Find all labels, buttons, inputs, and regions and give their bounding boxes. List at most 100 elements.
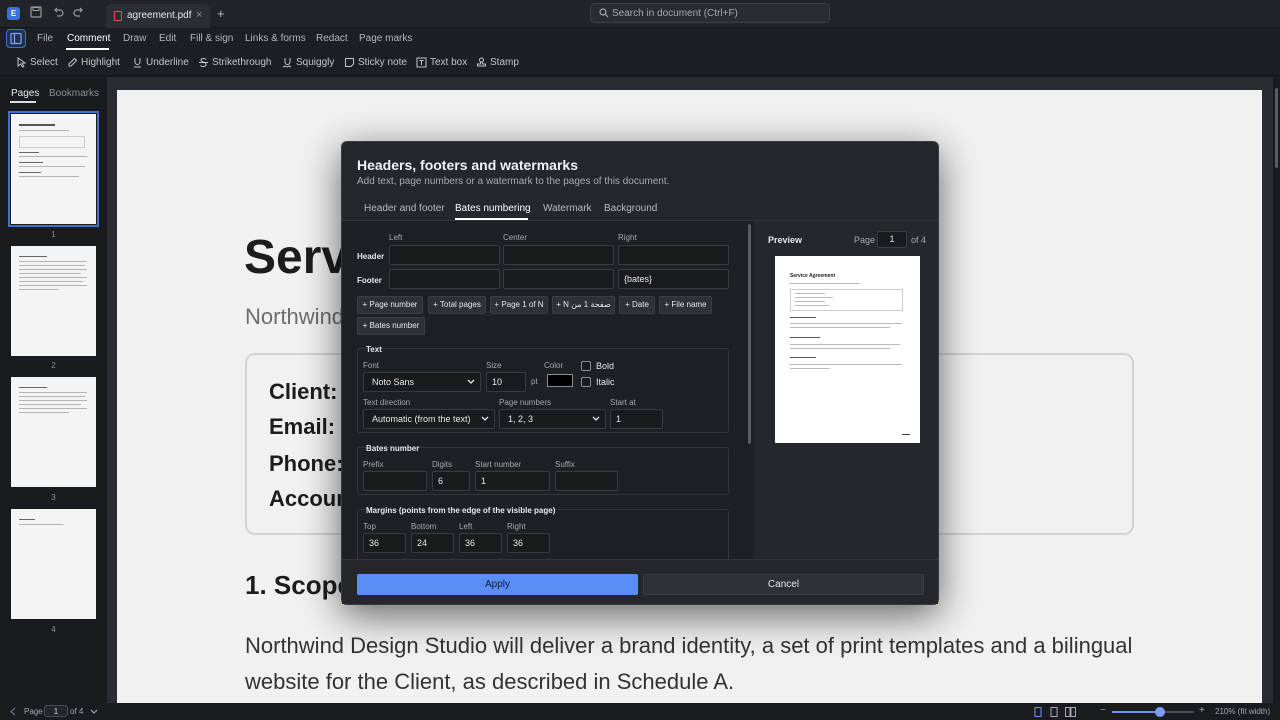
start-number-label: Start number xyxy=(475,460,522,469)
tab-bookmarks[interactable]: Bookmarks xyxy=(49,88,99,99)
cancel-button[interactable]: Cancel xyxy=(643,574,924,595)
client-field: Client: xyxy=(269,379,338,404)
menu-file[interactable]: File xyxy=(37,33,53,44)
status-page-label: Page xyxy=(24,707,43,716)
page-numbers-select[interactable]: 1, 2, 3 xyxy=(499,409,606,429)
text-color-swatch[interactable] xyxy=(547,374,573,387)
column-right-label: Right xyxy=(618,233,637,242)
next-page-icon[interactable] xyxy=(90,707,98,716)
menu-comment[interactable]: Comment xyxy=(67,33,110,44)
new-tab-button[interactable]: + xyxy=(217,6,225,21)
two-page-view-icon[interactable] xyxy=(1065,707,1076,717)
section-paragraph: Northwind Design Studio will deliver a b… xyxy=(245,633,1133,694)
size-label: Size xyxy=(486,361,502,370)
tab-bates-numbering[interactable]: Bates numbering xyxy=(455,203,531,214)
prefix-input[interactable] xyxy=(363,471,427,491)
insert-date-button[interactable]: + Date xyxy=(619,296,655,314)
bates-group-title: Bates number xyxy=(366,444,420,453)
apply-button[interactable]: Apply xyxy=(357,574,638,595)
menu-draw[interactable]: Draw xyxy=(123,33,146,44)
digits-input[interactable]: 6 xyxy=(432,471,470,491)
bold-checkbox[interactable] xyxy=(581,361,591,371)
dialog-title: Headers, footers and watermarks xyxy=(357,157,578,173)
size-input[interactable]: 10 xyxy=(486,372,526,392)
preview-page-image: Service Agreement xyxy=(775,256,920,443)
previous-page-icon[interactable] xyxy=(9,707,17,716)
menu-redact[interactable]: Redact xyxy=(316,33,348,44)
save-icon[interactable] xyxy=(30,6,46,22)
page-thumbnail-4[interactable] xyxy=(11,509,96,619)
menu-page-marks[interactable]: Page marks xyxy=(359,33,412,44)
headers-footers-dialog: Headers, footers and watermarks Add text… xyxy=(341,141,939,605)
tab-background[interactable]: Background xyxy=(604,203,657,214)
zoom-slider-handle[interactable] xyxy=(1155,707,1165,717)
zoom-out-button[interactable]: − xyxy=(1100,705,1106,716)
continuous-view-icon[interactable] xyxy=(1050,707,1060,717)
footer-right-input[interactable]: {bates} xyxy=(618,269,729,289)
italic-checkbox[interactable] xyxy=(581,377,591,387)
squiggly-icon xyxy=(282,57,293,68)
strikethrough-icon xyxy=(198,57,209,68)
chevron-down-icon xyxy=(481,411,489,427)
preview-page-count: of 4 xyxy=(911,235,927,245)
sidebar-toggle-button[interactable] xyxy=(6,29,26,48)
close-tab-icon[interactable]: × xyxy=(196,9,202,21)
column-center-label: Center xyxy=(503,233,528,242)
section-heading: 1. Scope xyxy=(245,570,352,600)
preview-doc-title: Service Agreement xyxy=(790,273,836,279)
highlighter-icon xyxy=(67,57,78,68)
page-thumbnail-1[interactable] xyxy=(8,111,99,227)
suffix-input[interactable] xyxy=(555,471,618,491)
workspace-scrollbar[interactable] xyxy=(1273,77,1280,703)
status-bar: Page 1 of 4 − + 210% (fit width) xyxy=(0,703,1280,720)
font-select[interactable]: Noto Sans xyxy=(363,372,481,392)
document-tab[interactable]: agreement.pdf × xyxy=(106,4,210,28)
undo-icon[interactable] xyxy=(52,6,68,22)
top-margin-label: Top xyxy=(363,522,376,531)
text-group-title: Text xyxy=(366,345,382,354)
left-margin-input[interactable]: 36 xyxy=(459,533,502,553)
size-unit-label: pt xyxy=(531,377,538,386)
footer-left-input[interactable] xyxy=(389,269,500,289)
insert-file-name-button[interactable]: + File name xyxy=(659,296,712,314)
chevron-down-icon xyxy=(467,374,475,390)
workspace-scroll-thumb[interactable] xyxy=(1275,88,1278,168)
header-right-input[interactable] xyxy=(618,245,729,265)
bottom-margin-input[interactable]: 24 xyxy=(411,533,454,553)
footer-center-input[interactable] xyxy=(503,269,614,289)
menu-fill-sign[interactable]: Fill & sign xyxy=(190,33,233,44)
bold-label: Bold xyxy=(596,361,615,371)
preview-page-input[interactable]: 1 xyxy=(877,231,907,248)
page-number-input[interactable]: 1 xyxy=(44,705,68,717)
right-margin-input[interactable]: 36 xyxy=(507,533,550,553)
prefix-label: Prefix xyxy=(363,460,384,469)
tab-pages[interactable]: Pages xyxy=(11,88,39,99)
insert-page-of-n-button[interactable]: + Page 1 of N xyxy=(490,296,548,314)
start-number-input[interactable]: 1 xyxy=(475,471,550,491)
settings-scrollbar[interactable] xyxy=(748,224,751,444)
insert-arabic-page-of-n-button[interactable]: + N صفحة 1 من xyxy=(552,296,615,314)
menu-links-forms[interactable]: Links & forms xyxy=(245,33,306,44)
digits-label: Digits xyxy=(432,460,453,469)
tab-header-footer[interactable]: Header and footer xyxy=(364,203,445,214)
suffix-label: Suffix xyxy=(555,460,575,469)
insert-page-number-button[interactable]: + Page number xyxy=(357,296,423,314)
tab-watermark[interactable]: Watermark xyxy=(543,203,592,214)
redo-icon[interactable] xyxy=(73,6,89,22)
single-page-view-icon[interactable] xyxy=(1034,707,1044,717)
font-label: Font xyxy=(363,361,380,370)
top-margin-input[interactable]: 36 xyxy=(363,533,406,553)
zoom-in-button[interactable]: + xyxy=(1199,705,1205,716)
header-center-input[interactable] xyxy=(503,245,614,265)
menu-edit[interactable]: Edit xyxy=(159,33,176,44)
text-direction-select[interactable]: Automatic (from the text) xyxy=(363,409,495,429)
page-thumbnail-2[interactable] xyxy=(11,246,96,356)
email-field: Email: xyxy=(269,414,336,439)
start-at-input[interactable]: 1 xyxy=(610,409,663,429)
insert-bates-number-button[interactable]: + Bates number xyxy=(357,317,425,335)
header-left-input[interactable] xyxy=(389,245,500,265)
insert-total-pages-button[interactable]: + Total pages xyxy=(428,296,486,314)
page-thumbnail-3[interactable] xyxy=(11,377,96,487)
italic-label: Italic xyxy=(596,377,615,387)
search-input[interactable]: Search in document (Ctrl+F) xyxy=(590,3,830,23)
